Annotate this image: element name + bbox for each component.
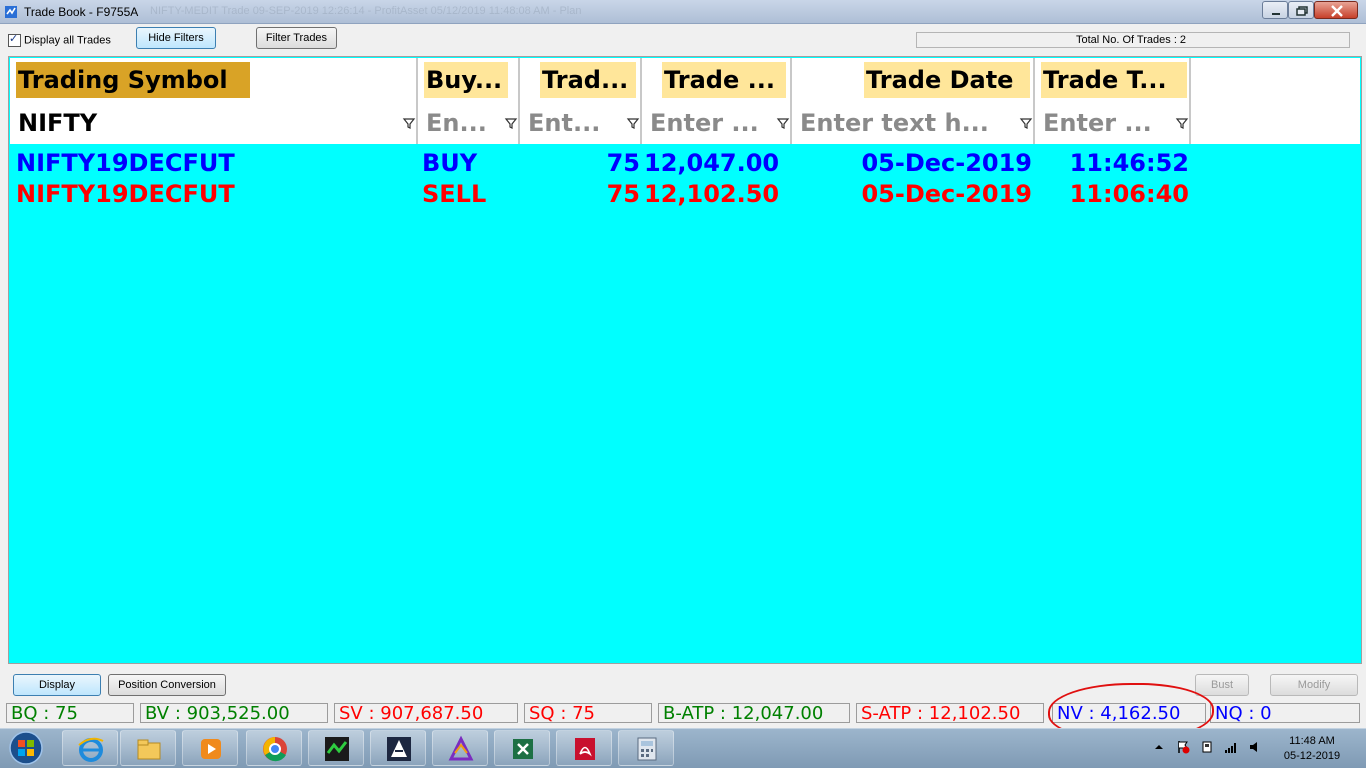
taskbar-media[interactable] xyxy=(182,730,238,766)
stat-sell-atp: S-ATP : 12,102.50 xyxy=(856,703,1044,723)
terminal-app-icon xyxy=(387,737,411,761)
clock[interactable]: 11:48 AM 05-12-2019 xyxy=(1272,734,1352,764)
cell-time: 11:06:40 xyxy=(1069,180,1189,208)
clock-date: 05-12-2019 xyxy=(1283,750,1341,762)
cell-symbol: NIFTY19DECFUT xyxy=(16,149,235,177)
display-all-trades-checkbox[interactable]: Display all Trades xyxy=(8,32,111,47)
filter-funnel-icon[interactable] xyxy=(504,116,518,130)
cell-qty: 75 xyxy=(606,180,640,208)
filter-trading-symbol[interactable]: NIFTY xyxy=(16,104,110,140)
header-trade-price[interactable]: Trade ... xyxy=(662,62,786,98)
stat-buy-value: BV : 903,525.00 xyxy=(140,703,328,723)
filter-funnel-icon[interactable] xyxy=(402,116,416,130)
excel-icon xyxy=(513,739,533,759)
table-row[interactable]: NIFTY19DECFUT SELL 75 12,102.50 05-Dec-2… xyxy=(10,179,1192,209)
chrome-icon xyxy=(263,737,287,762)
internet-explorer-icon xyxy=(78,737,104,762)
app-icon xyxy=(5,6,17,18)
stat-sell-value: SV : 907,687.50 xyxy=(334,703,518,723)
filter-funnel-icon[interactable] xyxy=(1175,116,1189,130)
table-row[interactable]: NIFTY19DECFUT BUY 75 12,047.00 05-Dec-20… xyxy=(10,148,1192,178)
taskbar-terminal-app[interactable] xyxy=(370,730,426,766)
header-trading-symbol[interactable]: Trading Symbol xyxy=(16,62,250,98)
filter-funnel-icon[interactable] xyxy=(1019,116,1033,130)
checkbox-box[interactable] xyxy=(8,32,21,47)
filter-trade-qty[interactable]: Ent... xyxy=(526,104,610,140)
header-trade-time[interactable]: Trade T... xyxy=(1041,62,1187,98)
trading-app-icon xyxy=(325,737,349,761)
cell-symbol: NIFTY19DECFUT xyxy=(16,180,235,208)
display-all-trades-label: Display all Trades xyxy=(24,34,111,47)
cell-side: BUY xyxy=(422,149,478,177)
file-explorer-icon xyxy=(137,739,161,760)
taskbar-calculator[interactable] xyxy=(618,730,674,766)
volume-icon[interactable] xyxy=(1248,740,1262,754)
cell-side: SELL xyxy=(422,180,487,208)
maximize-button[interactable] xyxy=(1288,1,1314,19)
cell-date: 05-Dec-2019 xyxy=(861,149,1032,177)
window-title-suffix: NIFTY-MEDIT Trade 09-SEP-2019 12:26:14 -… xyxy=(150,5,582,17)
position-conversion-button[interactable]: Position Conversion xyxy=(108,674,226,696)
close-button[interactable] xyxy=(1314,1,1358,19)
filter-buy-sell[interactable]: En... xyxy=(424,104,494,140)
action-center-icon[interactable] xyxy=(1176,740,1190,754)
modify-button[interactable]: Modify xyxy=(1270,674,1358,696)
filter-trades-button[interactable]: Filter Trades xyxy=(256,27,337,49)
filter-trade-time[interactable]: Enter ... xyxy=(1041,104,1163,140)
cell-price: 12,047.00 xyxy=(644,149,780,177)
cell-qty: 75 xyxy=(606,149,640,177)
cell-time: 11:46:52 xyxy=(1069,149,1189,177)
cell-price: 12,102.50 xyxy=(644,180,780,208)
media-player-icon xyxy=(201,739,221,759)
minimize-button[interactable] xyxy=(1262,1,1288,19)
header-trade-date[interactable]: Trade Date xyxy=(864,62,1030,98)
total-trades-count: Total No. Of Trades : 2 xyxy=(1076,34,1187,46)
taskbar-explorer[interactable] xyxy=(120,730,176,766)
stat-net-qty: NQ : 0 xyxy=(1210,703,1360,723)
close-icon xyxy=(1331,5,1343,17)
taskbar-pdf[interactable] xyxy=(556,730,612,766)
filter-funnel-icon[interactable] xyxy=(776,116,790,130)
clock-time: 11:48 AM xyxy=(1289,735,1335,747)
minimize-icon xyxy=(1272,13,1280,15)
taskbar-chart-app[interactable] xyxy=(432,730,488,766)
filter-trade-price[interactable]: Enter ... xyxy=(648,104,766,140)
show-hidden-icons-icon[interactable] xyxy=(1152,740,1166,754)
header-trade-qty[interactable]: Trad... xyxy=(540,62,636,98)
pdf-reader-icon xyxy=(575,738,595,760)
header-buy-sell[interactable]: Buy... xyxy=(424,62,508,98)
display-button[interactable]: Display xyxy=(13,674,101,696)
stat-buy-qty: BQ : 75 xyxy=(6,703,134,723)
chart-app-icon xyxy=(448,735,474,761)
taskbar-excel[interactable] xyxy=(494,730,550,766)
bust-button[interactable]: Bust xyxy=(1195,674,1249,696)
filter-trade-date[interactable]: Enter text h... xyxy=(798,104,1010,140)
restore-icon xyxy=(1296,6,1308,16)
taskbar-ie[interactable] xyxy=(62,730,118,766)
window-title: Trade Book - F9755A xyxy=(24,5,139,19)
network-icon[interactable] xyxy=(1224,740,1238,754)
stat-buy-atp: B-ATP : 12,047.00 xyxy=(658,703,850,723)
hide-filters-button[interactable]: Hide Filters xyxy=(136,27,216,49)
stat-sell-qty: SQ : 75 xyxy=(524,703,652,723)
taskbar-chrome[interactable] xyxy=(246,730,302,766)
calculator-icon xyxy=(637,737,657,761)
cell-date: 05-Dec-2019 xyxy=(861,180,1032,208)
windows-start-icon[interactable] xyxy=(4,730,48,766)
taskbar-trading-app[interactable] xyxy=(308,730,364,766)
filter-funnel-icon[interactable] xyxy=(626,116,640,130)
device-icon[interactable] xyxy=(1200,740,1214,754)
